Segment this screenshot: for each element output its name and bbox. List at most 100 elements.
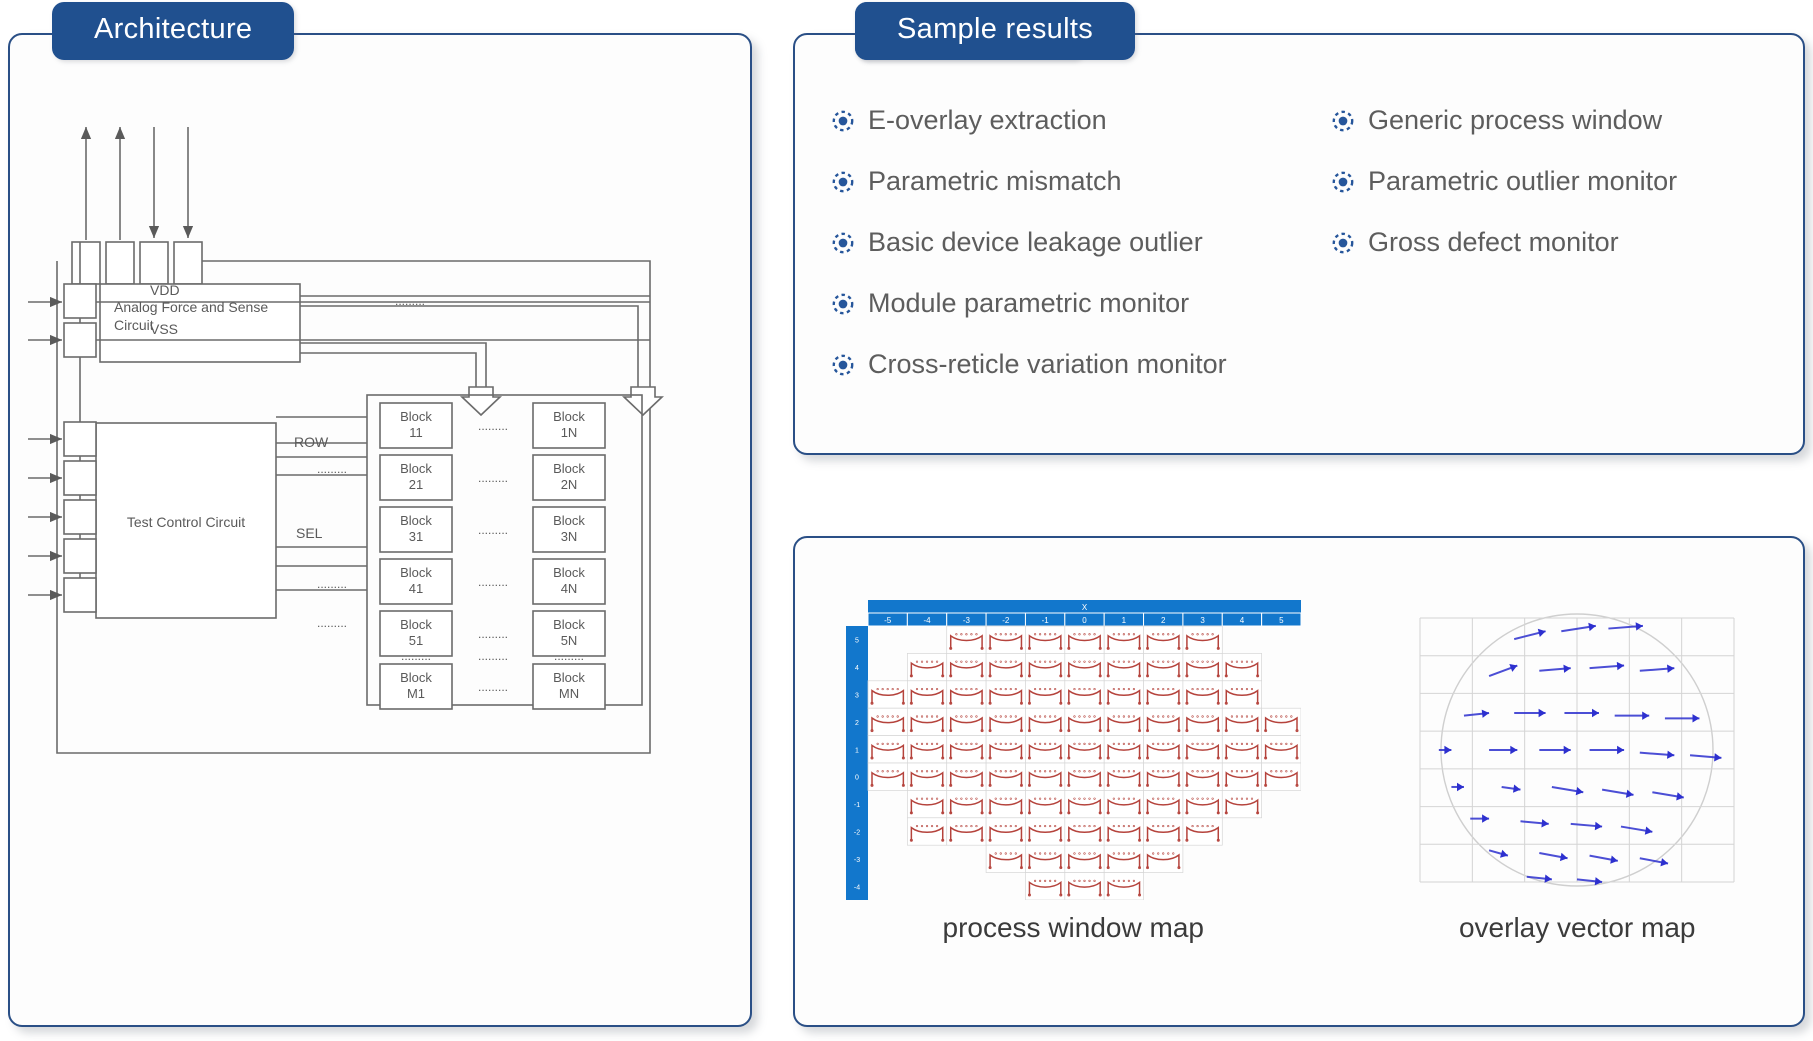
- block-cell: Block 41: [379, 558, 453, 605]
- top-pad-2: [105, 241, 135, 285]
- application-item-label: Cross-reticle variation monitor: [868, 349, 1227, 379]
- dashed-circle-dot-icon: [832, 171, 854, 192]
- svg-text:.........: .........: [478, 575, 508, 589]
- process-window-map-item: X -5 -4 -3 -2 -1 0 1 2 3 4 5 5 4 3 2 1 0 -1 -2 -3 -4 process …: [845, 600, 1301, 944]
- overlay-vector-map-item: overlay vector map: [1402, 600, 1752, 944]
- block-label-line1: Block: [553, 565, 585, 580]
- application-item[interactable]: E-overlay extraction: [830, 105, 1330, 136]
- svg-text:2: 2: [1161, 616, 1166, 625]
- block-cell: Block M1: [379, 663, 453, 710]
- vss-label: VSS: [150, 321, 178, 337]
- array-arrow-left: [459, 386, 503, 417]
- application-item[interactable]: Module parametric monitor: [830, 288, 1330, 319]
- svg-text:4: 4: [1239, 616, 1244, 625]
- block-grid-column-n: Block 1N Block 2N Block 3N Block 4N Bloc…: [532, 402, 606, 710]
- block-label-line2: 3N: [561, 529, 578, 544]
- block-grid-column-1: Block 11 Block 21 Block 31 Block 41 Bloc…: [379, 402, 453, 710]
- test-control-label: Test Control Circuit: [127, 514, 245, 530]
- block-label-line1: Block: [400, 409, 432, 424]
- vdd-pad: [63, 283, 97, 319]
- block-cell: Block 1N: [532, 402, 606, 449]
- block-cell: Block 31: [379, 506, 453, 553]
- svg-text:.........: .........: [317, 616, 347, 630]
- svg-text:-2: -2: [1002, 616, 1010, 625]
- block-label-line1: Block: [553, 617, 585, 632]
- block-label-line2: M1: [407, 686, 425, 701]
- sample-results-panel-title: Sample results: [855, 2, 1135, 60]
- svg-text:.........: .........: [478, 419, 508, 433]
- dashed-circle-dot-icon: [1332, 110, 1354, 131]
- top-pad-1: [71, 241, 101, 285]
- block-label-line1: Block: [553, 513, 585, 528]
- block-cell: Block 11: [379, 402, 453, 449]
- application-item[interactable]: Gross defect monitor: [1330, 227, 1775, 258]
- vdd-label: VDD: [150, 282, 180, 298]
- process-window-map-chart: X -5 -4 -3 -2 -1 0 1 2 3 4 5 5 4 3 2 1 0 -1 -2 -3 -4: [845, 600, 1301, 900]
- block-label-line2: MN: [559, 686, 579, 701]
- application-item-label: Basic device leakage outlier: [868, 227, 1203, 257]
- svg-text:.........: .........: [478, 471, 508, 485]
- architecture-diagram: Block 11 Block 21 Block 31 Block 41 Bloc…: [28, 126, 665, 754]
- block-cell: Block 4N: [532, 558, 606, 605]
- svg-text:.........: .........: [478, 627, 508, 641]
- application-item-label: Gross defect monitor: [1368, 227, 1619, 257]
- application-item[interactable]: Parametric outlier monitor: [1330, 166, 1775, 197]
- svg-text:1: 1: [1121, 616, 1126, 625]
- block-label-line2: 11: [409, 425, 423, 440]
- block-label-line1: Block: [553, 409, 585, 424]
- sample-results-panel: X -5 -4 -3 -2 -1 0 1 2 3 4 5 5 4 3 2 1 0 -1 -2 -3 -4 process …: [793, 536, 1805, 1027]
- block-cell: Block 2N: [532, 454, 606, 501]
- application-item-label: Generic process window: [1368, 105, 1663, 135]
- ctrl-pad-2: [63, 460, 97, 496]
- block-label-line2: 5N: [561, 633, 578, 648]
- svg-text:.........: .........: [317, 462, 347, 476]
- block-label-line2: 31: [409, 529, 423, 544]
- svg-text:-1: -1: [1041, 616, 1049, 625]
- analog-circuit-label-line2: Circuit: [114, 317, 154, 333]
- block-cell: Block 3N: [532, 506, 606, 553]
- sample-results-body: X -5 -4 -3 -2 -1 0 1 2 3 4 5 5 4 3 2 1 0 -1 -2 -3 -4 process …: [795, 600, 1803, 944]
- vss-pad: [63, 322, 97, 358]
- analog-circuit-label-line1: Analog Force and Sense: [114, 299, 268, 315]
- svg-text:-3: -3: [854, 857, 860, 864]
- top-pad-4: [173, 241, 203, 285]
- application-item[interactable]: Basic device leakage outlier: [830, 227, 1330, 258]
- svg-text:3: 3: [855, 693, 859, 700]
- application-item[interactable]: Cross-reticle variation monitor: [830, 349, 1330, 380]
- top-pad-3: [139, 241, 169, 285]
- svg-text:.........: .........: [395, 294, 425, 308]
- row-label: ROW: [294, 434, 329, 450]
- block-label-line2: 51: [409, 633, 423, 648]
- svg-text:.........: .........: [317, 577, 347, 591]
- svg-text:3: 3: [1200, 616, 1205, 625]
- svg-text:X: X: [1082, 603, 1088, 612]
- application-panel: E-overlay extraction Parametric mismatch…: [793, 33, 1805, 455]
- dashed-circle-dot-icon: [832, 232, 854, 253]
- application-item[interactable]: Parametric mismatch: [830, 166, 1330, 197]
- architecture-panel: Block 11 Block 21 Block 31 Block 41 Bloc…: [8, 33, 752, 1027]
- svg-text:-5: -5: [884, 616, 892, 625]
- svg-text:.........: .........: [478, 649, 508, 663]
- block-label-line2: 4N: [561, 581, 578, 596]
- block-label-line1: Block: [553, 461, 585, 476]
- application-item[interactable]: Generic process window: [1330, 105, 1775, 136]
- sel-label: SEL: [296, 525, 323, 541]
- architecture-panel-title: Architecture: [52, 2, 295, 60]
- svg-text:.........: .........: [554, 649, 584, 663]
- block-label-line2: 41: [409, 581, 423, 596]
- block-label-line1: Block: [400, 617, 432, 632]
- svg-text:-2: -2: [854, 830, 860, 837]
- overlay-vector-map-caption: overlay vector map: [1458, 912, 1696, 943]
- svg-text:5: 5: [1279, 616, 1284, 625]
- block-label-line1: Block: [553, 670, 585, 685]
- application-item-label: E-overlay extraction: [868, 105, 1107, 135]
- array-arrow-right: [621, 386, 665, 417]
- svg-text:-3: -3: [963, 616, 971, 625]
- application-item-label: Parametric outlier monitor: [1368, 166, 1678, 196]
- ctrl-pad-3: [63, 499, 97, 535]
- dashed-circle-dot-icon: [1332, 171, 1354, 192]
- svg-text:1: 1: [855, 747, 859, 754]
- process-window-map-caption: process window map: [942, 912, 1204, 943]
- block-label-line2: 2N: [561, 477, 578, 492]
- block-label-line1: Block: [400, 461, 432, 476]
